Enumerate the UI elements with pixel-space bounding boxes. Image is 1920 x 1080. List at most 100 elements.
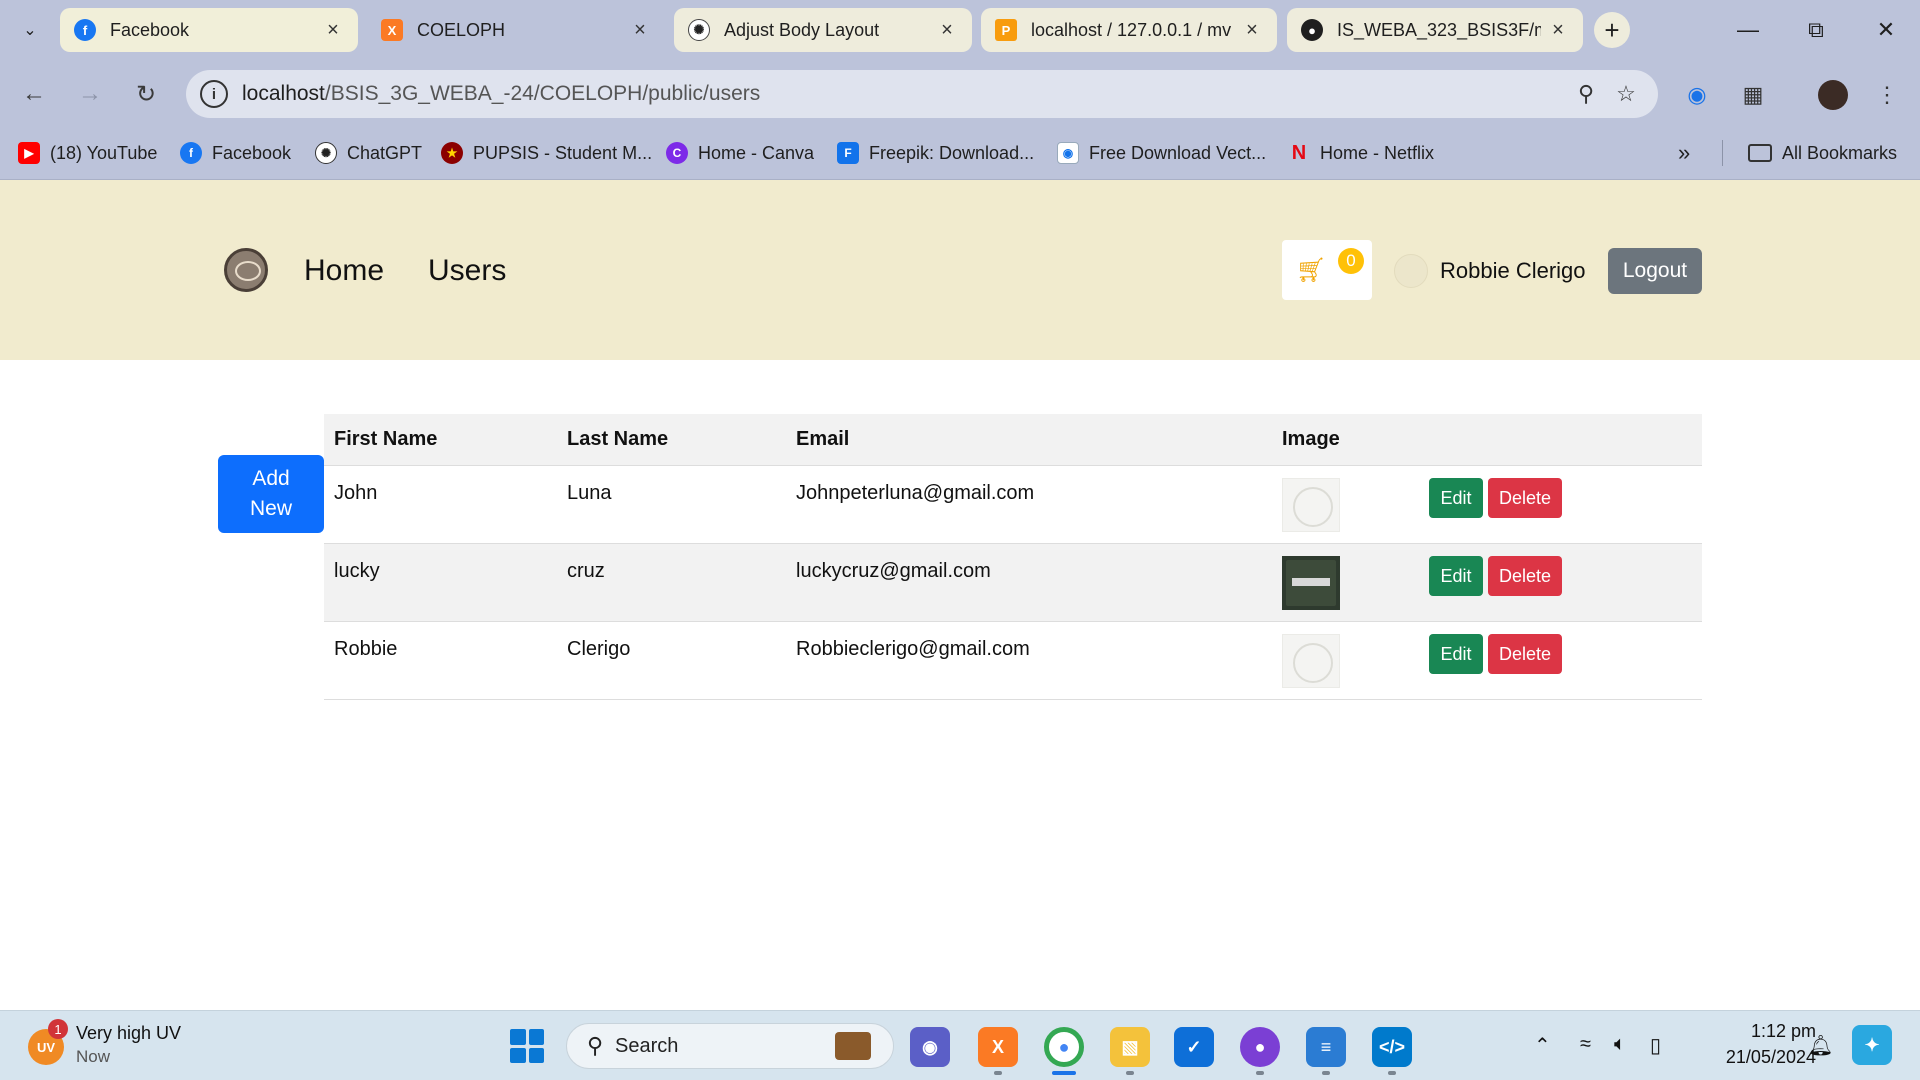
bookmark-chatgpt[interactable]: ✺ ChatGPT: [315, 138, 422, 168]
github-desktop-icon[interactable]: ●: [1240, 1027, 1280, 1067]
close-icon[interactable]: ×: [1241, 19, 1263, 42]
windows-start-icon[interactable]: [510, 1029, 544, 1063]
zoom-icon[interactable]: ⚲: [1566, 81, 1606, 107]
url-text[interactable]: localhost/BSIS_3G_WEBA_-24/COELOPH/publi…: [242, 82, 1566, 106]
weather-subtitle: Now: [76, 1047, 111, 1066]
logout-button[interactable]: Logout: [1608, 248, 1702, 294]
cart-button[interactable]: 🛒︎ 0: [1282, 240, 1372, 300]
reload-icon[interactable]: ↻: [128, 76, 164, 112]
bookmarks-overflow-icon[interactable]: »: [1678, 138, 1690, 168]
battery-icon[interactable]: ▯: [1650, 1033, 1661, 1058]
header-last-name: Last Name: [567, 428, 669, 450]
all-bookmarks-button[interactable]: All Bookmarks: [1748, 138, 1897, 168]
address-bar[interactable]: i localhost/BSIS_3G_WEBA_-24/COELOPH/pub…: [186, 70, 1658, 118]
back-icon[interactable]: ←: [16, 76, 52, 112]
tab-search-chevron-icon[interactable]: ⌄: [14, 14, 46, 46]
extension-translate-icon[interactable]: ◉: [1680, 78, 1714, 112]
pup-icon: ★: [441, 142, 463, 164]
copilot-icon[interactable]: ✦: [1852, 1025, 1892, 1065]
tab-title: Adjust Body Layout: [724, 19, 880, 40]
table-header-row: First Name Last Name Email Image: [324, 414, 1702, 466]
extensions-puzzle-icon[interactable]: ▦: [1736, 78, 1770, 112]
nav-users-link[interactable]: Users: [428, 254, 506, 288]
vscode-icon[interactable]: </>: [1372, 1027, 1412, 1067]
clock-date[interactable]: 21/05/2024: [1700, 1047, 1816, 1068]
bookmark-canva[interactable]: C Home - Canva: [666, 138, 814, 168]
tab-github[interactable]: ● IS_WEBA_323_BSIS3F/mv ×: [1287, 8, 1583, 52]
tab-coeloph[interactable]: X COELOPH ×: [367, 8, 665, 52]
add-new-button[interactable]: Add New: [218, 455, 324, 533]
facebook-icon: f: [74, 19, 96, 41]
close-icon[interactable]: ×: [322, 19, 344, 42]
chrome-app-icon[interactable]: ●: [1044, 1027, 1084, 1067]
xampp-app-icon[interactable]: X: [978, 1027, 1018, 1067]
app-running-indicator: [1126, 1071, 1134, 1075]
mail-app-icon[interactable]: ✓: [1174, 1027, 1214, 1067]
tab-phpmyadmin[interactable]: P localhost / 127.0.0.1 / mv ×: [981, 8, 1277, 52]
canva-icon: C: [666, 142, 688, 164]
bookmark-star-icon[interactable]: ☆: [1606, 81, 1646, 107]
cart-count-badge: 0: [1338, 248, 1364, 274]
file-explorer-icon[interactable]: ▧: [1110, 1027, 1150, 1067]
bookmarks-divider: [1722, 140, 1723, 166]
table-row: John Luna Johnpeterluna@gmail.com Edit D…: [324, 466, 1702, 544]
tray-overflow-chevron-icon[interactable]: ⌃: [1534, 1033, 1551, 1058]
profile-avatar[interactable]: [1816, 78, 1850, 112]
search-icon: ⚲: [586, 1033, 604, 1058]
meet-app-icon[interactable]: ◉: [910, 1027, 950, 1067]
delete-button[interactable]: Delete: [1488, 556, 1562, 596]
bookmark-netflix[interactable]: N Home - Netflix: [1288, 138, 1434, 168]
user-name[interactable]: Robbie Clerigo: [1440, 258, 1586, 284]
site-info-icon[interactable]: i: [200, 80, 228, 108]
chatgpt-icon: ✺: [315, 142, 337, 164]
search-highlight-briefcase-icon: [835, 1032, 871, 1060]
cart-icon: 🛒︎: [1296, 257, 1327, 284]
bookmark-youtube[interactable]: ▶ (18) YouTube: [18, 138, 157, 168]
close-icon[interactable]: ×: [629, 19, 651, 42]
new-tab-button[interactable]: +: [1594, 12, 1630, 48]
chatgpt-icon: ✺: [688, 19, 710, 41]
youtube-icon: ▶: [18, 142, 40, 164]
edit-button[interactable]: Edit: [1429, 478, 1483, 518]
restore-icon[interactable]: ⧉: [1796, 14, 1836, 46]
cell-last-name: Clerigo: [567, 638, 631, 660]
taskbar-search[interactable]: ⚲ Search: [566, 1023, 894, 1069]
bookmark-pupsis[interactable]: ★ PUPSIS - Student M...: [441, 138, 652, 168]
bookmark-vecteezy[interactable]: ◉ Free Download Vect...: [1057, 138, 1266, 168]
weather-notification-badge: 1: [48, 1019, 68, 1039]
site-logo[interactable]: [224, 248, 268, 292]
vecteezy-icon: ◉: [1057, 142, 1079, 164]
bookmark-label: ChatGPT: [347, 142, 423, 163]
close-icon[interactable]: ×: [936, 19, 958, 42]
tab-title: IS_WEBA_323_BSIS3F/mv: [1337, 19, 1541, 40]
tab-adjust-body-layout[interactable]: ✺ Adjust Body Layout ×: [674, 8, 972, 52]
bookmark-label: Free Download Vect...: [1089, 142, 1267, 163]
close-icon[interactable]: ×: [1547, 19, 1569, 42]
clock-time[interactable]: 1:12 pm: [1716, 1021, 1816, 1042]
close-window-icon[interactable]: ✕: [1866, 14, 1906, 46]
edit-button[interactable]: Edit: [1429, 556, 1483, 596]
more-menu-icon[interactable]: ⋮: [1870, 78, 1904, 112]
header-email: Email: [796, 428, 850, 450]
notepad-icon[interactable]: ≡: [1306, 1027, 1346, 1067]
freepik-icon: F: [837, 142, 859, 164]
cell-first-name: John: [334, 482, 378, 504]
wifi-icon[interactable]: ≈: [1580, 1033, 1591, 1056]
forward-icon[interactable]: →: [72, 76, 108, 112]
phpmyadmin-icon: P: [995, 19, 1017, 41]
minimize-icon[interactable]: —: [1728, 14, 1768, 46]
edit-button[interactable]: Edit: [1429, 634, 1483, 674]
delete-button[interactable]: Delete: [1488, 634, 1562, 674]
browser-tab-bar: ⌄ f Facebook × X COELOPH × ✺ Adjust Body…: [0, 0, 1920, 62]
app-running-indicator: [1256, 1071, 1264, 1075]
bookmark-freepik[interactable]: F Freepik: Download...: [837, 138, 1034, 168]
delete-button[interactable]: Delete: [1488, 478, 1562, 518]
all-bookmarks-label: All Bookmarks: [1782, 142, 1898, 163]
tab-facebook[interactable]: f Facebook ×: [60, 8, 358, 52]
nav-home-link[interactable]: Home: [304, 254, 384, 288]
volume-muted-icon[interactable]: 🔈︎: [1614, 1033, 1626, 1056]
url-path: /BSIS_3G_WEBA_-24/COELOPH/public/users: [324, 82, 761, 105]
weather-title[interactable]: Very high UV: [76, 1023, 181, 1044]
notification-bell-icon[interactable]: 🔔︎: [1808, 1033, 1833, 1058]
bookmark-facebook[interactable]: f Facebook: [180, 138, 291, 168]
